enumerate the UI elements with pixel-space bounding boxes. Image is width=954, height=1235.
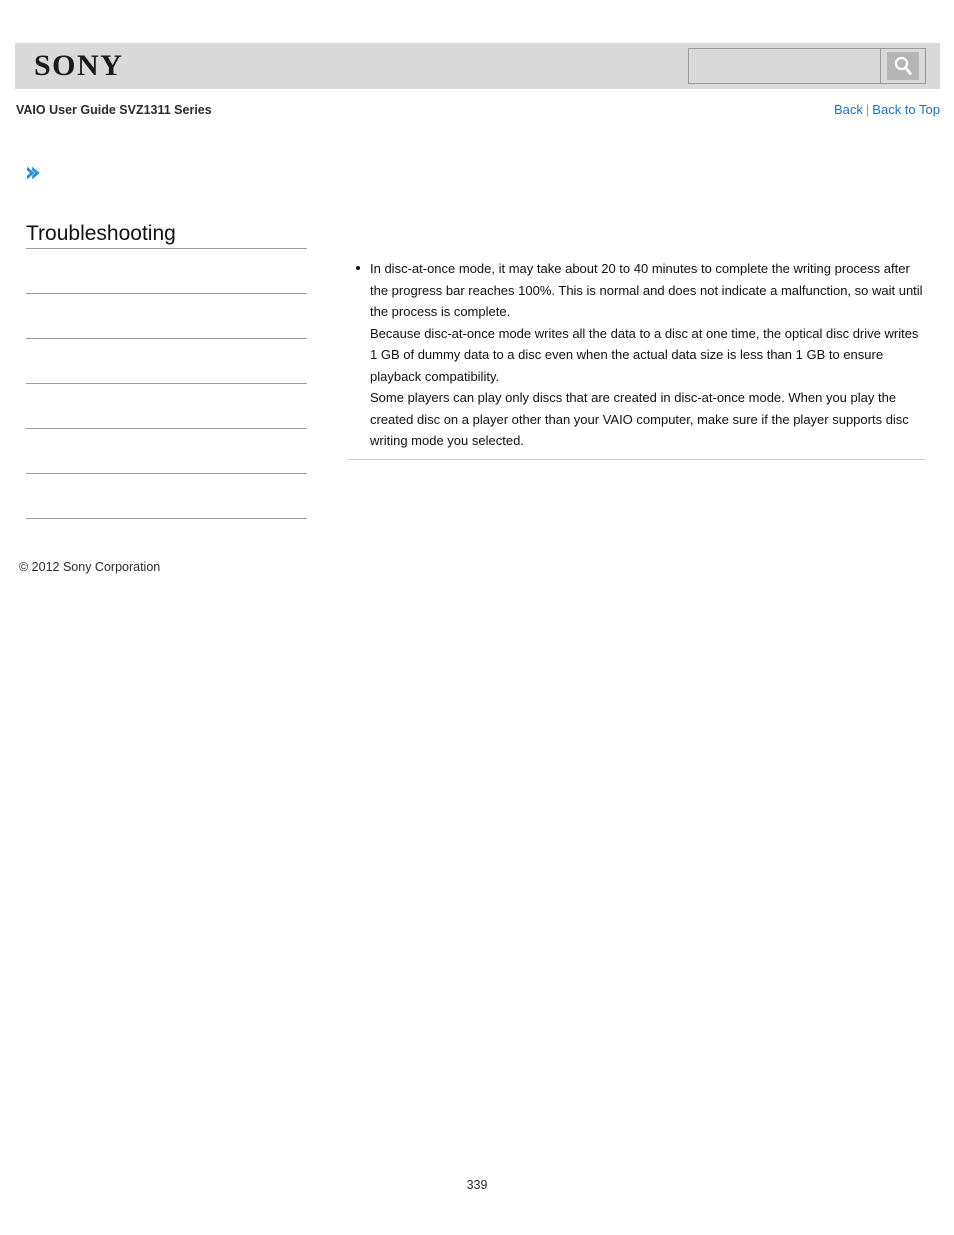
- section-heading: Troubleshooting: [26, 222, 176, 245]
- search-widget: [688, 48, 926, 84]
- copyright-text: © 2012 Sony Corporation: [19, 560, 161, 574]
- sidebar-item[interactable]: [26, 294, 307, 339]
- sidebar-item[interactable]: [26, 339, 307, 384]
- sidebar-item[interactable]: [26, 474, 307, 519]
- note-paragraph: In disc-at-once mode, it may take about …: [370, 261, 923, 319]
- sidebar-item[interactable]: [26, 384, 307, 429]
- nav-separator: |: [865, 102, 870, 117]
- header-navigation: Back | Back to Top: [834, 100, 940, 120]
- bullet-icon: [356, 266, 360, 270]
- notes-list: In disc-at-once mode, it may take about …: [348, 258, 926, 452]
- search-icon: [887, 52, 919, 80]
- sidebar-item[interactable]: [26, 249, 307, 294]
- search-button[interactable]: [881, 48, 926, 84]
- back-to-top-link[interactable]: Back to Top: [872, 102, 940, 117]
- note-paragraph: Some players can play only discs that ar…: [370, 390, 909, 448]
- sidebar: Troubleshooting © 2012 Sony Corporation: [0, 0, 340, 1235]
- main-content: In disc-at-once mode, it may take about …: [348, 258, 926, 452]
- sidebar-item[interactable]: [26, 429, 307, 474]
- note-paragraph: Because disc-at-once mode writes all the…: [370, 325, 919, 384]
- chevron-right-icon[interactable]: [24, 164, 42, 182]
- page-number: 339: [466, 1178, 488, 1192]
- content-divider: [348, 459, 925, 460]
- sidebar-item-list: [26, 248, 307, 519]
- back-link[interactable]: Back: [834, 102, 863, 117]
- list-item: In disc-at-once mode, it may take about …: [356, 258, 926, 452]
- search-input[interactable]: [688, 48, 881, 84]
